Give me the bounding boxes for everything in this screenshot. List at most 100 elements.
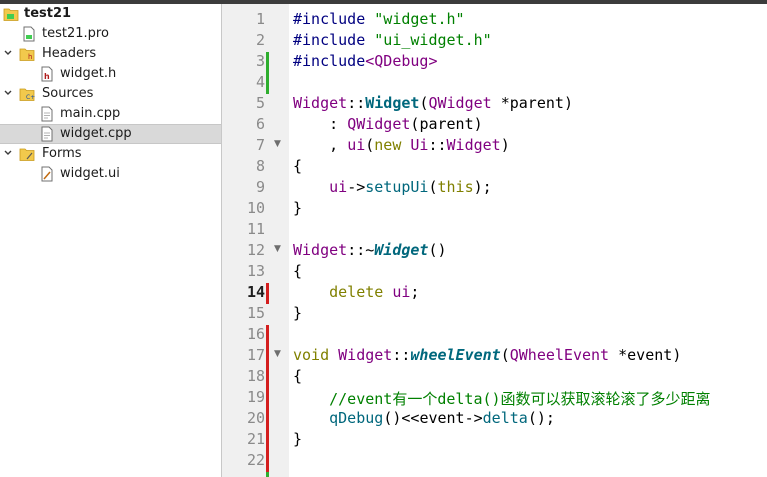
fold-marker-icon[interactable]: ▼: [274, 349, 281, 359]
line-number: 12: [246, 241, 265, 259]
line-number: 4: [255, 73, 265, 91]
line-number: 1: [255, 10, 265, 28]
forms-folder-icon: [19, 148, 35, 161]
change-marker-added: [266, 472, 269, 477]
punctuation: (): [428, 241, 447, 259]
string-literal: "ui_widget.h": [374, 31, 492, 49]
fold-marker-icon[interactable]: ▼: [274, 244, 281, 254]
chevron-down-icon[interactable]: [3, 88, 13, 98]
tree-item-widget-cpp[interactable]: widget.cpp: [0, 124, 221, 144]
member-name: ui: [392, 283, 411, 301]
chevron-down-icon[interactable]: [3, 48, 13, 58]
parameter: parent: [419, 115, 474, 133]
parameter: event: [419, 409, 465, 427]
header-file-label: widget.h: [60, 66, 117, 81]
code-line: //event有一个delta()函数可以获取滚轮滚了多少距离: [293, 388, 710, 409]
line-number: 5: [255, 94, 265, 112]
tree-item-project[interactable]: test21: [0, 4, 221, 24]
punctuation: *: [609, 346, 628, 364]
function-name: Widget: [374, 241, 429, 259]
current-line-number: 14: [246, 283, 265, 301]
function-call: qDebug: [329, 409, 384, 427]
headers-folder-icon: h: [19, 48, 35, 61]
tree-item-widget-ui[interactable]: widget.ui: [0, 164, 221, 184]
code-line: void Widget::wheelEvent(QWheelEvent *eve…: [293, 346, 681, 364]
line-number: 3: [255, 52, 265, 70]
tree-item-pro-file[interactable]: test21.pro: [0, 24, 221, 44]
punctuation: ;: [410, 283, 420, 301]
line-number: 18: [246, 367, 265, 385]
code-line: {: [293, 157, 303, 175]
line-number: 9: [255, 178, 265, 196]
form-file-icon: [41, 166, 53, 182]
code-line: Widget::Widget(QWidget *parent): [293, 94, 573, 112]
include-header: <QDebug>: [365, 52, 438, 70]
punctuation: *: [491, 94, 510, 112]
code-line: {: [293, 262, 303, 280]
type-name: QWheelEvent: [509, 346, 610, 364]
line-number: 13: [246, 262, 265, 280]
tree-item-main-cpp[interactable]: main.cpp: [0, 104, 221, 124]
change-marker-modified: [266, 283, 269, 304]
headers-label: Headers: [42, 46, 97, 61]
pro-file-label: test21.pro: [42, 26, 109, 41]
scope-operator: ::: [392, 346, 411, 364]
punctuation: :: [293, 115, 348, 133]
source-file-label: widget.cpp: [60, 126, 132, 141]
line-number: 6: [255, 115, 265, 133]
line-number: 10: [246, 199, 265, 217]
code-line: #include "ui_widget.h": [293, 31, 492, 49]
operator: ()<<: [383, 409, 420, 427]
preprocessor: #include: [293, 31, 375, 49]
svg-text:C+: C+: [26, 94, 35, 101]
tree-item-headers[interactable]: h Headers: [0, 44, 221, 64]
type-name: Widget: [293, 94, 348, 112]
function-name: wheelEvent: [410, 346, 501, 364]
form-file-label: widget.ui: [60, 166, 120, 181]
pro-file-icon: [23, 26, 35, 42]
change-marker-modified: [266, 325, 269, 472]
line-number: 20: [246, 409, 265, 427]
tree-item-forms[interactable]: Forms: [0, 144, 221, 164]
preprocessor: #include: [293, 10, 375, 28]
code-line: {: [293, 367, 303, 385]
preprocessor: #include: [293, 52, 366, 70]
keyword: new: [374, 136, 402, 154]
sources-label: Sources: [42, 86, 94, 101]
punctuation: (: [428, 178, 438, 196]
svg-text:h: h: [44, 72, 50, 81]
fold-marker-icon[interactable]: ▼: [274, 139, 281, 149]
member-name: ui: [347, 136, 366, 154]
line-number: 7: [255, 136, 265, 154]
punctuation: (: [500, 346, 510, 364]
source-file-icon: [41, 126, 53, 142]
code-line: ui->setupUi(this);: [293, 178, 492, 196]
namespace-name: Ui: [410, 136, 429, 154]
tree-item-sources[interactable]: C+ Sources: [0, 84, 221, 104]
line-number: 2: [255, 31, 265, 49]
project-tree[interactable]: test21 test21.pro h Headers h widget.h C…: [0, 4, 222, 477]
project-name: test21: [24, 6, 72, 21]
type-name: QWidget: [428, 94, 492, 112]
line-number: 17: [246, 346, 265, 364]
operator: ->: [464, 409, 483, 427]
code-line: }: [293, 199, 303, 217]
punctuation: ): [473, 115, 483, 133]
function-name: Widget: [365, 94, 420, 112]
code-line: #include<QDebug>: [293, 52, 438, 70]
type-name: QWidget: [347, 115, 411, 133]
keyword: delete: [329, 283, 384, 301]
tree-item-widget-h[interactable]: h widget.h: [0, 64, 221, 84]
chevron-down-icon[interactable]: [3, 148, 13, 158]
code-line: }: [293, 430, 303, 448]
line-number: 19: [246, 388, 265, 406]
sources-folder-icon: C+: [19, 88, 35, 101]
punctuation: ): [500, 136, 510, 154]
parameter: parent: [509, 94, 564, 112]
